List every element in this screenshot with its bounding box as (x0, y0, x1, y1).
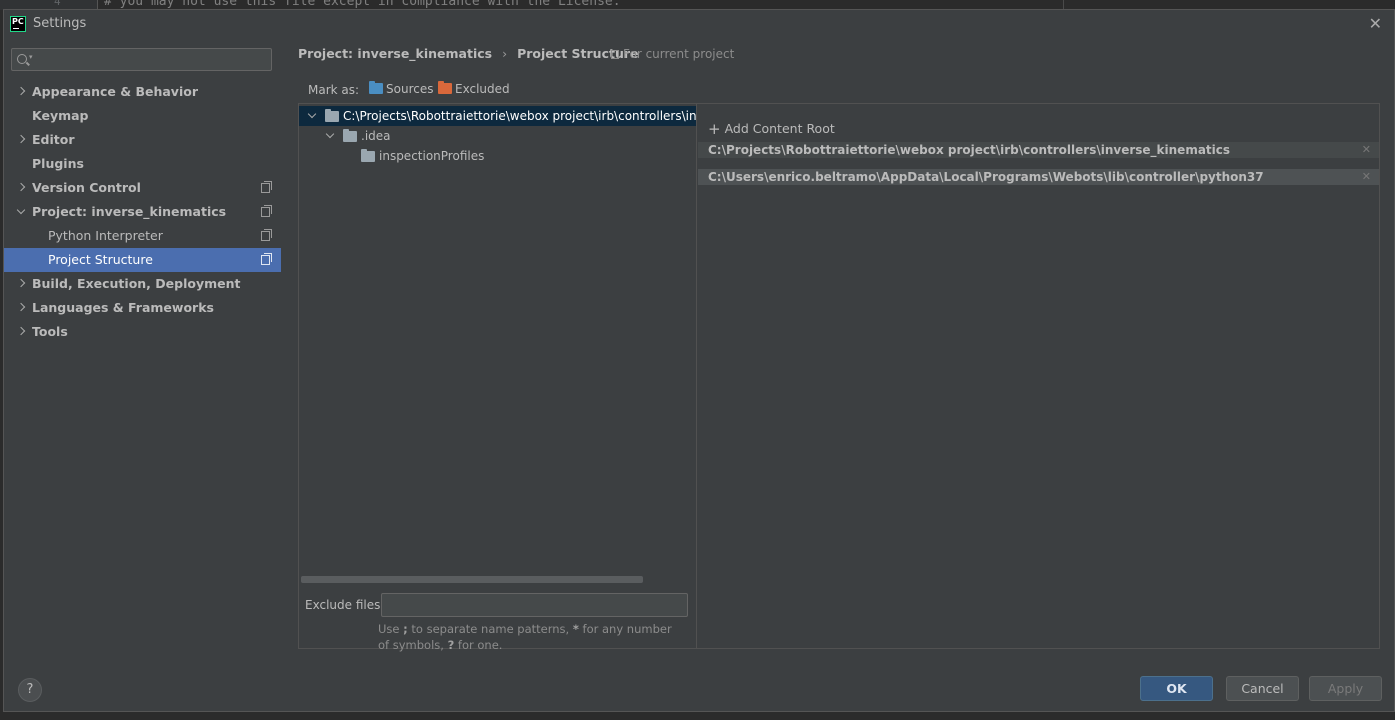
mark-excluded-button[interactable]: Excluded (438, 81, 510, 96)
project-level-icon (261, 181, 272, 193)
project-level-icon (261, 205, 272, 217)
folder-icon (325, 109, 339, 122)
search-input[interactable] (38, 51, 266, 68)
line-number: 4 (54, 0, 61, 8)
chevron-down-icon[interactable] (325, 126, 339, 146)
settings-dialog: PC Settings ✕ ▾ Appearance & Behavior Ke… (3, 9, 1395, 712)
help-button[interactable]: ? (18, 678, 42, 702)
sidebar-item-build-execution-deployment[interactable]: Build, Execution, Deployment (4, 272, 281, 296)
sidebar-item-label: Project Structure (48, 252, 153, 267)
sidebar-item-label: Python Interpreter (48, 228, 163, 243)
for-current-project-note: For current project (611, 47, 734, 61)
pycharm-icon: PC (10, 16, 26, 32)
app-icon-text: PC (12, 17, 24, 26)
project-level-icon (611, 50, 619, 59)
sidebar-item-tools[interactable]: Tools (4, 320, 281, 344)
tree-row-idea[interactable]: .idea (299, 126, 696, 146)
project-level-icon (261, 229, 272, 241)
sidebar-item-label: Languages & Frameworks (32, 300, 214, 315)
chevron-right-icon[interactable] (16, 272, 30, 296)
remove-content-root-icon[interactable]: ✕ (1362, 142, 1371, 158)
settings-nav: Appearance & Behavior Keymap Editor Plug… (4, 80, 281, 344)
mark-sources-button[interactable]: Sources (369, 81, 434, 96)
for-current-project-text: For current project (623, 47, 735, 61)
sidebar-item-label: Keymap (32, 108, 89, 123)
chevron-right-icon[interactable] (16, 80, 30, 104)
close-icon[interactable]: ✕ (1369, 14, 1382, 33)
add-content-root-button[interactable]: + Add Content Root (708, 120, 835, 138)
chevron-right-icon[interactable] (16, 320, 30, 344)
settings-sidebar: ▾ Appearance & Behavior Keymap Editor Pl… (4, 38, 281, 650)
sidebar-item-label: Tools (32, 324, 68, 339)
sidebar-item-project[interactable]: Project: inverse_kinematics (4, 200, 281, 224)
excluded-folder-icon (438, 81, 452, 94)
chevron-down-icon[interactable] (307, 106, 321, 126)
tree-row-root[interactable]: C:\Projects\Robottraiettorie\webox proje… (299, 106, 696, 126)
sidebar-item-label: Project: inverse_kinematics (32, 204, 227, 219)
search-history-caret-icon[interactable]: ▾ (29, 53, 33, 61)
tree-idea-label: .idea (361, 129, 391, 143)
mark-as-label: Mark as: (308, 83, 360, 97)
code-line: # you may not use this file except in co… (104, 0, 621, 9)
add-content-root-label: Add Content Root (724, 121, 835, 136)
breadcrumb-separator: › (502, 46, 508, 61)
sidebar-item-python-interpreter[interactable]: Python Interpreter (4, 224, 281, 248)
search-box[interactable]: ▾ (11, 48, 272, 71)
exclude-files-input[interactable] (381, 593, 688, 617)
remove-content-root-icon[interactable]: ✕ (1362, 169, 1371, 185)
folder-icon (361, 149, 375, 162)
chevron-right-icon[interactable] (16, 176, 30, 200)
tree-root-label: C:\Projects\Robottraiettorie\webox proje… (343, 109, 696, 123)
exclude-files-label: Exclude files: (305, 598, 385, 612)
cancel-button[interactable]: Cancel (1226, 676, 1299, 701)
sidebar-item-label: Build, Execution, Deployment (32, 276, 241, 291)
project-level-icon (261, 253, 272, 265)
search-icon (17, 54, 27, 64)
mark-excluded-label: Excluded (455, 82, 510, 96)
mark-sources-label: Sources (386, 82, 434, 96)
tree-horizontal-scrollbar[interactable] (301, 576, 643, 583)
apply-button[interactable]: Apply (1309, 676, 1382, 701)
sidebar-item-project-structure[interactable]: Project Structure (4, 248, 281, 272)
sidebar-item-keymap[interactable]: Keymap (4, 104, 281, 128)
sidebar-item-label: Plugins (32, 156, 84, 171)
sidebar-item-label: Version Control (32, 180, 141, 195)
panel-divider[interactable] (696, 104, 697, 648)
window-title: Settings (33, 16, 87, 31)
breadcrumb: Project: inverse_kinematics › Project Stru… (298, 46, 639, 61)
sidebar-item-appearance-behavior[interactable]: Appearance & Behavior (4, 80, 281, 104)
chevron-right-icon[interactable] (16, 296, 30, 320)
content-root-path: C:\Projects\Robottraiettorie\webox proje… (708, 143, 1231, 157)
sidebar-item-plugins[interactable]: Plugins (4, 152, 281, 176)
folder-icon (343, 129, 357, 142)
project-structure-panel: C:\Projects\Robottraiettorie\webox proje… (298, 103, 1380, 652)
sidebar-item-label: Appearance & Behavior (32, 84, 198, 99)
ok-button[interactable]: OK (1140, 676, 1213, 701)
content-root-path: C:\Users\enrico.beltramo\AppData\Local\P… (708, 170, 1264, 184)
sidebar-item-editor[interactable]: Editor (4, 128, 281, 152)
tree-row-inspection-profiles[interactable]: inspectionProfiles (299, 146, 696, 166)
tree-inspection-label: inspectionProfiles (379, 149, 485, 163)
content-tree[interactable]: C:\Projects\Robottraiettorie\webox proje… (299, 104, 696, 583)
sidebar-item-label: Editor (32, 132, 75, 147)
breadcrumb-project[interactable]: Project: inverse_kinematics (298, 46, 492, 61)
content-roots-panel: + Add Content Root C:\Projects\Robottraie… (698, 104, 1379, 648)
exclude-files-hint: Use ; to separate name patterns, * for a… (378, 622, 672, 652)
plus-icon: + (708, 120, 721, 138)
sidebar-item-languages-frameworks[interactable]: Languages & Frameworks (4, 296, 281, 320)
content-root-row[interactable]: C:\Projects\Robottraiettorie\webox proje… (698, 142, 1379, 158)
chevron-right-icon[interactable] (16, 128, 30, 152)
content-root-row[interactable]: C:\Users\enrico.beltramo\AppData\Local\P… (698, 169, 1379, 185)
sidebar-item-version-control[interactable]: Version Control (4, 176, 281, 200)
title-bar[interactable]: PC Settings ✕ (4, 10, 1394, 38)
sources-folder-icon (369, 81, 383, 94)
chevron-down-icon[interactable] (16, 200, 30, 224)
